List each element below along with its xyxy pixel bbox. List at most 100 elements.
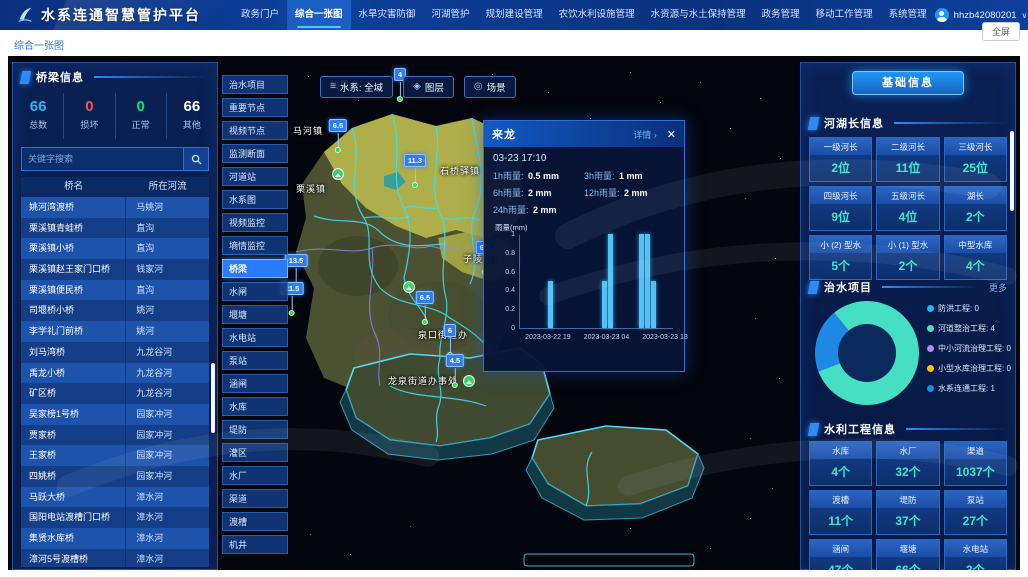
nav-tab[interactable]: 政务管理 — [754, 0, 808, 30]
projects-donut-chart — [815, 301, 919, 405]
table-row[interactable]: 国阳电站渡槽门口桥漳水河 — [21, 507, 209, 528]
layer-menu-item[interactable]: 水库 — [222, 397, 288, 416]
bridge-name-cell: 国阳电站渡槽门口桥 — [21, 507, 126, 528]
chevron-down-icon: ∨ — [1022, 11, 1028, 20]
table-row[interactable]: 四姚桥园家冲河 — [21, 466, 209, 487]
mountain-icon[interactable] — [463, 375, 475, 387]
top-navbar: 水系连通智慧管护平台 政务门户综合一张图水旱灾害防御河湖管护规划建设管理农饮水利… — [0, 0, 1028, 30]
stat-value: 66 — [13, 98, 63, 115]
layer-menu-item[interactable]: 重要节点 — [222, 98, 288, 117]
layer-menu-item[interactable]: 泵站 — [222, 351, 288, 370]
river-chief-cards: 一级河长2位二级河长11位三级河长25位四级河长9位五级河长4位湖长2个小 (2… — [809, 137, 1007, 280]
user-menu[interactable]: hhzb42080201 ∨ — [935, 8, 1028, 22]
nav-tab[interactable]: 政务门户 — [233, 0, 287, 30]
table-row[interactable]: 王家桥园家冲河 — [21, 445, 209, 466]
nav-tab[interactable]: 水旱灾害防御 — [351, 0, 424, 30]
card-label: 中型水库 — [945, 236, 1006, 253]
table-row[interactable]: 吴家榜1号桥园家冲河 — [21, 404, 209, 425]
nav-tab[interactable]: 农饮水利设施管理 — [551, 0, 643, 30]
table-row[interactable]: 禹龙小桥九龙谷河 — [21, 363, 209, 384]
nav-tab[interactable]: 水资源与水土保持管理 — [643, 0, 754, 30]
map-control-button[interactable]: ◈图层 — [403, 76, 454, 98]
card-value: 2个 — [877, 253, 938, 279]
table-row[interactable]: 集贤水库桥漳水河 — [21, 528, 209, 549]
mountain-icon[interactable] — [332, 168, 344, 180]
popup-detail-link[interactable]: 详情 › — [633, 128, 657, 141]
stat-value: 66 — [167, 98, 217, 115]
layer-menu-item[interactable]: 水闸 — [222, 282, 288, 301]
layer-menu-item[interactable]: 水厂 — [222, 466, 288, 485]
nav-tab[interactable]: 规划建设管理 — [478, 0, 551, 30]
table-row[interactable]: 栗溪镇青蛙桥直沟 — [21, 218, 209, 239]
table-row[interactable]: 矿区桥九龙谷河 — [21, 383, 209, 404]
table-row[interactable]: 李学礼门前桥姚河 — [21, 321, 209, 342]
layer-menu-item[interactable]: 河道站 — [222, 167, 288, 186]
search-button[interactable] — [183, 147, 209, 171]
rain-marker[interactable]: 4.5 — [446, 350, 464, 388]
marker-stem — [291, 296, 292, 310]
layer-menu-item[interactable]: 机井 — [222, 535, 288, 554]
marker-stem — [338, 133, 339, 147]
card-label: 水库 — [810, 442, 871, 459]
nav-tab[interactable]: 移动工作管理 — [808, 0, 881, 30]
table-row[interactable]: 刘马湾桥九龙谷河 — [21, 342, 209, 363]
layer-menu-item[interactable]: 治水项目 — [222, 75, 288, 94]
layer-menu-item[interactable]: 监测断面 — [222, 144, 288, 163]
basic-info-button[interactable]: 基础信息 — [852, 71, 964, 95]
facility-card: 涵闸47个 — [809, 539, 872, 570]
river-name-cell: 姚河 — [126, 300, 209, 321]
scene-icon: ◎ — [474, 82, 483, 92]
marker-value: 6 — [444, 324, 456, 337]
x-tick-label: 2023-03-22 19 — [525, 334, 571, 341]
marker-value: 6.5 — [416, 291, 434, 304]
card-value: 11个 — [810, 508, 871, 534]
table-row[interactable]: 姚河湾渡桥马姚河 — [21, 197, 209, 218]
river-chief-card: 一级河长2位 — [809, 137, 872, 182]
map-control-button[interactable]: ◎场景 — [464, 76, 516, 98]
legend-item: 中小河流治理工程: 0 — [927, 343, 1015, 354]
search-input[interactable] — [21, 147, 183, 171]
layer-menu-item[interactable]: 堰塘 — [222, 305, 288, 324]
marker-value: 13.5 — [285, 254, 308, 267]
nav-tab[interactable]: 系统管理 — [881, 0, 935, 30]
rain-marker[interactable]: 6.5 — [416, 287, 434, 325]
nav-tab[interactable]: 综合一张图 — [287, 0, 351, 30]
layer-menu-item[interactable]: 桥梁 — [222, 259, 288, 278]
table-row[interactable]: 贾家桥园家冲河 — [21, 425, 209, 446]
basic-info-panel: 基础信息 河湖长信息 一级河长2位二级河长11位三级河长25位四级河长9位五级河… — [800, 62, 1016, 570]
layer-menu-item[interactable]: 涵闸 — [222, 374, 288, 393]
panel-scrollbar[interactable] — [1010, 131, 1014, 211]
map-control-button[interactable]: ≡水系: 全域 — [320, 76, 393, 98]
bridge-name-cell: 李学礼门前桥 — [21, 321, 126, 342]
layer-menu-item[interactable]: 渡槽 — [222, 512, 288, 531]
layer-menu-item[interactable]: 堤防 — [222, 420, 288, 439]
bridge-name-cell: 栗溪镇赵王家门口桥 — [21, 259, 126, 280]
rain-marker[interactable]: 6.5 — [329, 115, 347, 153]
layer-menu-item[interactable]: 水系图 — [222, 190, 288, 209]
layer-menu-item[interactable]: 墒情监控 — [222, 236, 288, 255]
fullscreen-button[interactable]: 全屏 — [982, 22, 1020, 41]
marker-stem — [425, 305, 426, 319]
table-row[interactable]: 栗溪镇赵王家门口桥钱家河 — [21, 259, 209, 280]
layer-menu-item[interactable]: 视频节点 — [222, 121, 288, 140]
mountain-icon[interactable] — [403, 281, 415, 293]
close-icon[interactable]: ✕ — [667, 128, 676, 141]
table-row[interactable]: 马跃大桥漳水河 — [21, 487, 209, 508]
river-chief-title: 河湖长信息 — [824, 115, 884, 131]
layer-menu-item[interactable]: 灌区 — [222, 443, 288, 462]
legend-label: 水系连通工程: 1 — [938, 383, 995, 394]
section-line — [906, 428, 1007, 430]
rain-marker[interactable]: 11.3 — [404, 150, 426, 188]
legend-dot — [927, 345, 934, 352]
table-scrollbar[interactable] — [211, 363, 215, 433]
table-row[interactable]: 司堰桥小桥姚河 — [21, 300, 209, 321]
table-row[interactable]: 栗溪镇便民桥直沟 — [21, 280, 209, 301]
table-row[interactable]: 漳河5号渡槽桥漳水河 — [21, 549, 209, 567]
nav-tab[interactable]: 河湖管护 — [424, 0, 478, 30]
layer-menu-item[interactable]: 渠道 — [222, 489, 288, 508]
bridge-name-cell: 禹龙小桥 — [21, 363, 126, 384]
more-link[interactable]: 更多 — [989, 281, 1007, 294]
table-row[interactable]: 栗溪镇小桥直沟 — [21, 238, 209, 259]
layer-menu-item[interactable]: 视频监控 — [222, 213, 288, 232]
layer-menu-item[interactable]: 水电站 — [222, 328, 288, 347]
